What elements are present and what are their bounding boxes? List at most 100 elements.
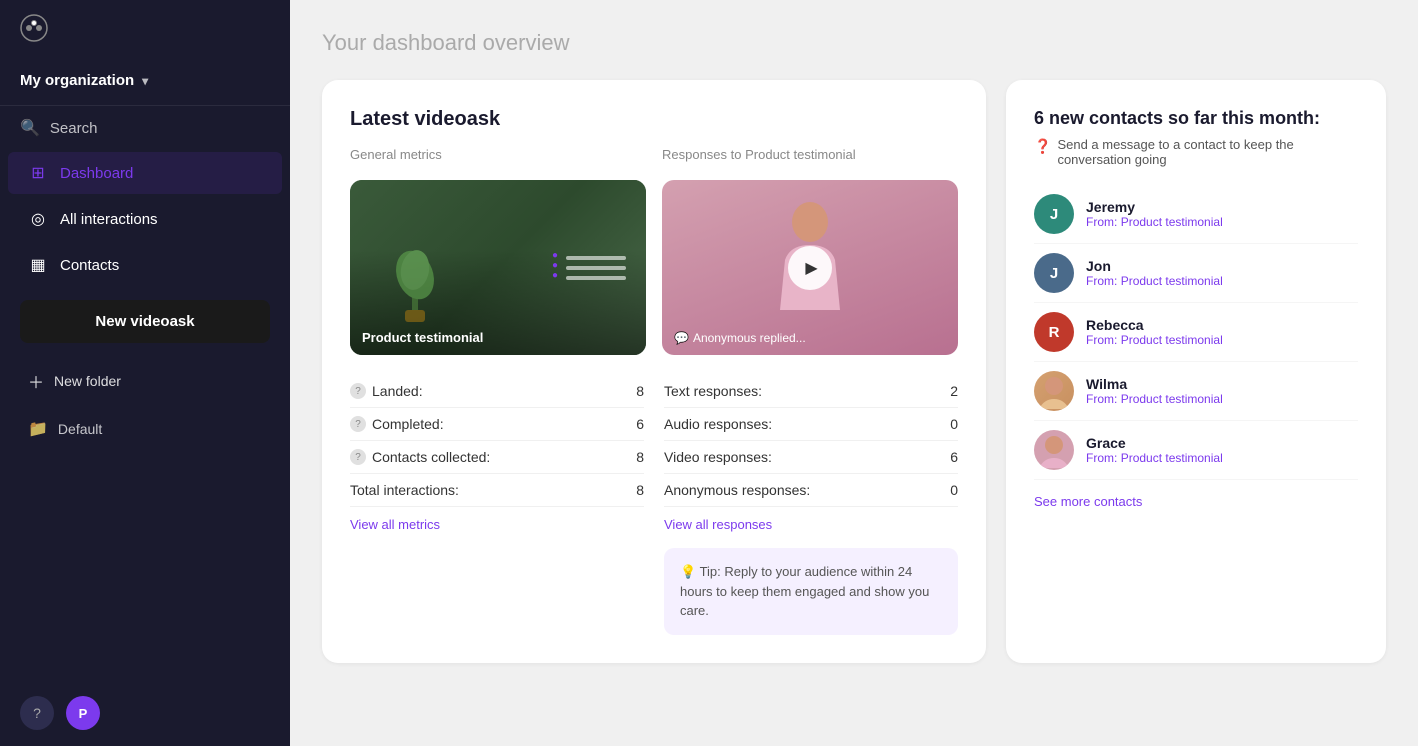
contact-name-wilma: Wilma xyxy=(1086,376,1358,392)
metric-total: Total interactions: 8 xyxy=(350,474,644,507)
page-title: Your dashboard overview xyxy=(322,30,1386,56)
sidebar-item-contacts[interactable]: ▦ Contacts xyxy=(8,244,282,286)
contacts-card: 6 new contacts so far this month: ❓ Send… xyxy=(1006,80,1386,663)
metric-anon-label: Anonymous responses: xyxy=(664,482,810,498)
metric-anon-value: 0 xyxy=(950,482,958,498)
org-selector[interactable]: My organization ▾ xyxy=(0,56,290,106)
sidebar-item-label: Dashboard xyxy=(60,165,133,182)
metric-text-responses: Text responses: 2 xyxy=(664,375,958,408)
play-button[interactable] xyxy=(788,246,832,290)
profile-initial: P xyxy=(79,706,88,721)
contact-source-jon[interactable]: Product testimonial xyxy=(1121,274,1223,288)
help-button[interactable]: ? xyxy=(20,696,54,730)
sidebar-item-dashboard[interactable]: ⊞ Dashboard xyxy=(8,152,282,194)
metric-contacts-value: 8 xyxy=(636,449,644,465)
dashboard-icon: ⊞ xyxy=(28,163,48,183)
response-thumb[interactable]: 💬 Anonymous replied... xyxy=(662,180,958,355)
sidebar-item-label: Contacts xyxy=(60,257,119,274)
interactions-icon: ◎ xyxy=(28,209,48,229)
avatar-jeremy: J xyxy=(1034,194,1074,234)
contact-item-grace[interactable]: Grace From: Product testimonial xyxy=(1034,421,1358,480)
sidebar-item-all-interactions[interactable]: ◎ All interactions xyxy=(8,198,282,240)
dashboard-grid: Latest videoask General metrics Response… xyxy=(322,80,1386,663)
video-line-1 xyxy=(566,256,626,260)
contact-source-wilma[interactable]: Product testimonial xyxy=(1121,392,1223,406)
tip-text: 💡 Tip: Reply to your audience within 24 … xyxy=(680,564,929,618)
metric-landed-value: 8 xyxy=(636,383,644,399)
sidebar-item-label: All interactions xyxy=(60,211,158,228)
contact-item-rebecca[interactable]: R Rebecca From: Product testimonial xyxy=(1034,303,1358,362)
contact-name-jon: Jon xyxy=(1086,258,1358,274)
video-line-2 xyxy=(566,266,626,270)
contact-from-grace: From: Product testimonial xyxy=(1086,451,1358,465)
anonymous-replied-label: 💬 Anonymous replied... xyxy=(674,331,806,345)
contact-from-rebecca: From: Product testimonial xyxy=(1086,333,1358,347)
sidebar: My organization ▾ 🔍 Search ⊞ Dashboard ◎… xyxy=(0,0,290,746)
metric-anon-responses: Anonymous responses: 0 xyxy=(664,474,958,507)
sidebar-bottom: ? P xyxy=(0,680,290,746)
metrics-right: Text responses: 2 Audio responses: 0 Vid… xyxy=(664,375,958,635)
metric-video-responses: Video responses: 6 xyxy=(664,441,958,474)
metric-landed-label: Landed: xyxy=(372,383,423,399)
metric-text-label: Text responses: xyxy=(664,383,762,399)
info-icon-landed[interactable]: ? xyxy=(350,383,366,399)
metric-contacts: ? Contacts collected: 8 xyxy=(350,441,644,474)
contact-info-wilma: Wilma From: Product testimonial xyxy=(1086,376,1358,406)
contacts-icon: ▦ xyxy=(28,255,48,275)
metric-text-value: 2 xyxy=(950,383,958,399)
folder-icon: 📁 xyxy=(28,419,48,439)
metric-audio-value: 0 xyxy=(950,416,958,432)
main-content: Your dashboard overview Latest videoask … xyxy=(290,0,1418,746)
contact-item-wilma[interactable]: Wilma From: Product testimonial xyxy=(1034,362,1358,421)
view-responses-link[interactable]: View all responses xyxy=(664,517,772,532)
view-metrics-link[interactable]: View all metrics xyxy=(350,517,440,532)
search-item[interactable]: 🔍 Search xyxy=(0,106,290,150)
contact-source-grace[interactable]: Product testimonial xyxy=(1121,451,1223,465)
product-testimonial-thumb[interactable]: Product testimonial xyxy=(350,180,646,355)
default-folder-label: Default xyxy=(58,421,102,437)
contact-item-jeremy[interactable]: J Jeremy From: Product testimonial xyxy=(1034,185,1358,244)
metrics-grid: ? Landed: 8 ? Completed: 6 xyxy=(350,375,958,635)
metric-completed-value: 6 xyxy=(636,416,644,432)
latest-videoask-card: Latest videoask General metrics Response… xyxy=(322,80,986,663)
contact-from-jeremy: From: Product testimonial xyxy=(1086,215,1358,229)
contact-info-jon: Jon From: Product testimonial xyxy=(1086,258,1358,288)
avatar-jon: J xyxy=(1034,253,1074,293)
org-name: My organization xyxy=(20,72,134,89)
video-line-3 xyxy=(566,276,626,280)
info-icon-contacts[interactable]: ? xyxy=(350,449,366,465)
thumb-image xyxy=(350,180,646,355)
latest-videoask-title: Latest videoask xyxy=(350,108,958,131)
see-more-contacts-link[interactable]: See more contacts xyxy=(1034,494,1142,509)
contact-name-grace: Grace xyxy=(1086,435,1358,451)
search-label: Search xyxy=(50,120,98,137)
info-icon-completed[interactable]: ? xyxy=(350,416,366,432)
metric-audio-responses: Audio responses: 0 xyxy=(664,408,958,441)
profile-button[interactable]: P xyxy=(66,696,100,730)
new-folder-button[interactable]: ＋ New folder xyxy=(8,359,282,403)
video-lines xyxy=(566,256,626,280)
new-videoask-button[interactable]: New videoask xyxy=(20,300,270,343)
contact-from-wilma: From: Product testimonial xyxy=(1086,392,1358,406)
video-name: Product testimonial xyxy=(362,330,483,345)
contact-name-rebecca: Rebecca xyxy=(1086,317,1358,333)
info-icon-subtitle: ❓ xyxy=(1034,138,1051,155)
avatar-grace xyxy=(1034,430,1074,470)
contact-info-grace: Grace From: Product testimonial xyxy=(1086,435,1358,465)
contact-info-rebecca: Rebecca From: Product testimonial xyxy=(1086,317,1358,347)
avatar-rebecca: R xyxy=(1034,312,1074,352)
general-metrics-label: General metrics xyxy=(350,147,646,162)
plus-icon: ＋ xyxy=(28,369,44,393)
video-thumbnails: Product testimonial 💬 Anonymous re xyxy=(350,180,958,355)
metric-total-value: 8 xyxy=(636,482,644,498)
contact-info-jeremy: Jeremy From: Product testimonial xyxy=(1086,199,1358,229)
contact-source-rebecca[interactable]: Product testimonial xyxy=(1121,333,1223,347)
metric-landed: ? Landed: 8 xyxy=(350,375,644,408)
metric-video-label: Video responses: xyxy=(664,449,772,465)
contacts-subtitle: ❓ Send a message to a contact to keep th… xyxy=(1034,137,1358,167)
metric-completed: ? Completed: 6 xyxy=(350,408,644,441)
contact-source-jeremy[interactable]: Product testimonial xyxy=(1121,215,1223,229)
default-folder-item[interactable]: 📁 Default xyxy=(8,409,282,449)
contact-item-jon[interactable]: J Jon From: Product testimonial xyxy=(1034,244,1358,303)
metrics-left: ? Landed: 8 ? Completed: 6 xyxy=(350,375,644,635)
